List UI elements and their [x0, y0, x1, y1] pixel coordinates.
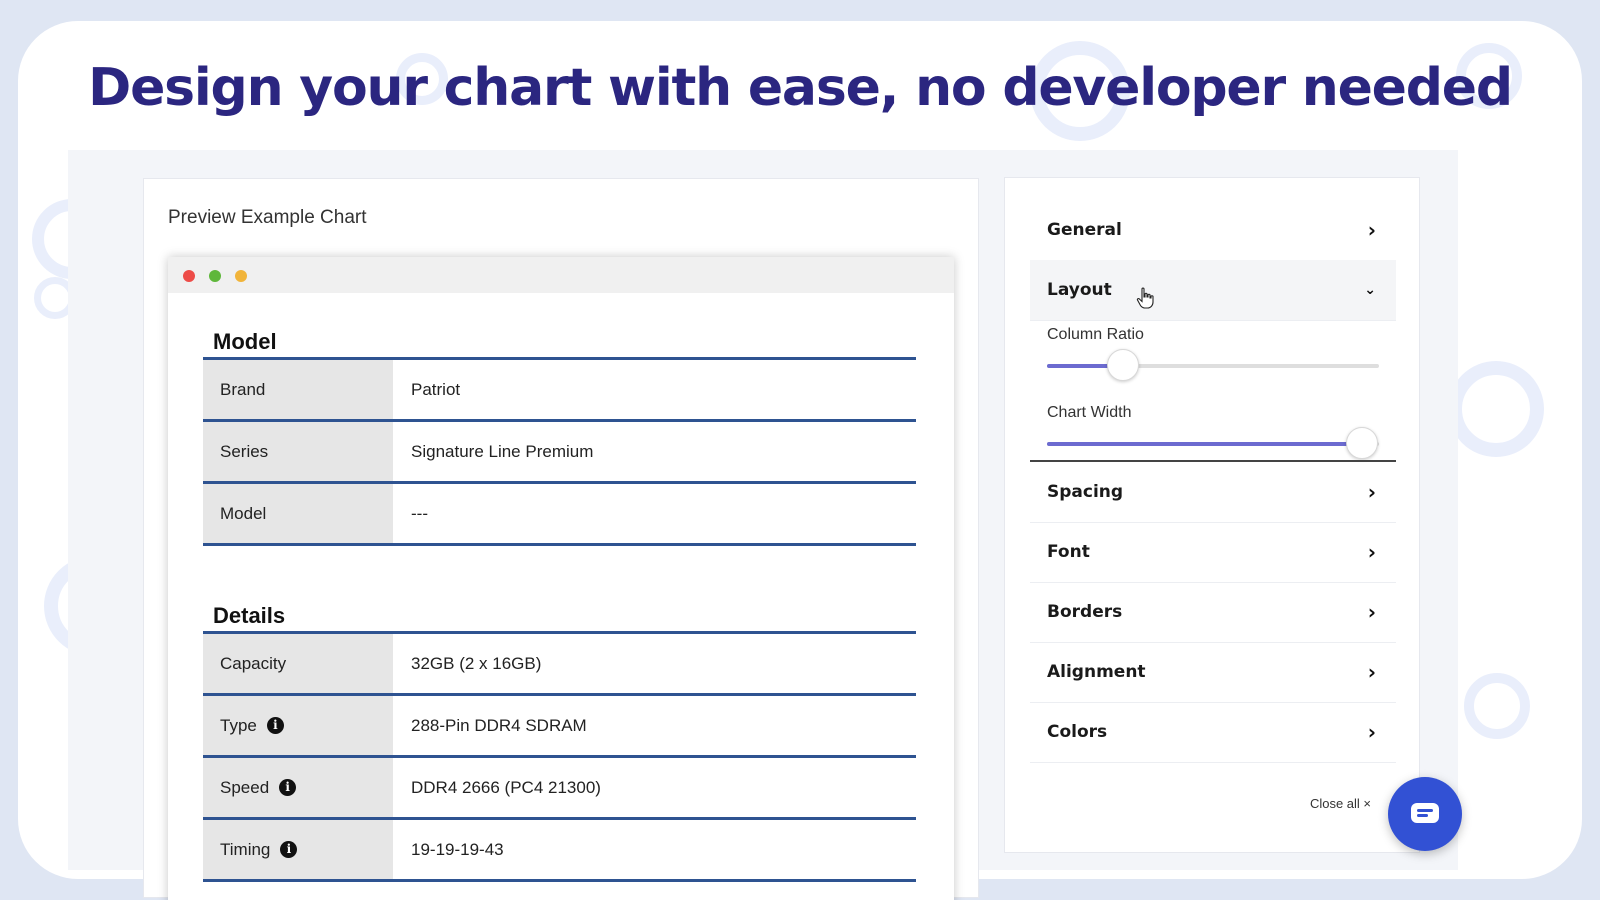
- spec-key: Capacity: [203, 634, 393, 693]
- info-icon[interactable]: i: [279, 779, 297, 796]
- spec-value: 32GB (2 x 16GB): [411, 653, 542, 673]
- spec-value: Patriot: [411, 379, 461, 399]
- hand-pointer-icon: [1136, 287, 1154, 309]
- table-row: Series Signature Line Premium: [203, 422, 916, 484]
- chevron-down-icon: ⌄: [1364, 282, 1376, 298]
- section-title-model: Model: [213, 329, 277, 354]
- chevron-right-icon: ›: [1367, 600, 1376, 624]
- decorative-ring: [1464, 673, 1530, 739]
- accordion-alignment[interactable]: Alignment ›: [1030, 642, 1396, 703]
- close-all-button[interactable]: Close all ×: [1310, 796, 1371, 811]
- accordion-spacing[interactable]: Spacing ›: [1030, 462, 1396, 523]
- accordion-label: Layout: [1047, 280, 1112, 300]
- spec-key: Brand: [203, 360, 393, 419]
- chevron-right-icon: ›: [1367, 218, 1376, 242]
- decorative-ring: [1448, 361, 1544, 457]
- window-titlebar: [168, 257, 954, 293]
- slider-thumb[interactable]: [1346, 427, 1379, 459]
- spec-value: DDR4 2666 (PC4 21300): [411, 777, 601, 797]
- chevron-right-icon: ›: [1367, 660, 1376, 684]
- spec-key-label: Type: [220, 715, 257, 735]
- spec-table-details: Capacity 32GB (2 x 16GB) Type i 288-Pin …: [203, 631, 916, 882]
- table-row: Model ---: [203, 484, 916, 546]
- chat-button[interactable]: [1388, 777, 1462, 851]
- table-row: Timing i 19-19-19-43: [203, 820, 916, 882]
- chart-width-label: Chart Width: [1047, 404, 1132, 421]
- spec-value: Signature Line Premium: [411, 441, 594, 461]
- chevron-right-icon: ›: [1367, 540, 1376, 564]
- spec-key-label: Timing: [220, 839, 271, 859]
- spec-value: ---: [411, 503, 428, 523]
- table-row: Type i 288-Pin DDR4 SDRAM: [203, 696, 916, 758]
- info-icon[interactable]: i: [266, 717, 284, 734]
- page-headline: Design your chart with ease, no develope…: [88, 58, 1513, 118]
- accordion-colors[interactable]: Colors ›: [1030, 702, 1396, 763]
- slider-fill: [1047, 442, 1363, 446]
- spec-key-label: Speed: [220, 777, 270, 797]
- accordion-general[interactable]: General ›: [1030, 200, 1396, 261]
- spec-key: Model: [203, 484, 393, 543]
- chat-bubble-icon: [1411, 803, 1439, 823]
- spec-value: 19-19-19-43: [411, 839, 504, 859]
- accordion-label: Spacing: [1047, 482, 1124, 502]
- maximize-dot-icon: [235, 270, 247, 282]
- accordion-borders[interactable]: Borders ›: [1030, 582, 1396, 643]
- table-row: Capacity 32GB (2 x 16GB): [203, 634, 916, 696]
- spec-key-with-info: Timing i: [203, 820, 393, 879]
- accordion-label: Colors: [1047, 722, 1108, 742]
- close-dot-icon: [183, 270, 195, 282]
- preview-window: Model Brand Patriot Series Signature Lin…: [168, 257, 954, 900]
- accordion-label: General: [1047, 220, 1122, 240]
- slider-thumb[interactable]: [1107, 349, 1140, 381]
- spec-table-model: Brand Patriot Series Signature Line Prem…: [203, 357, 916, 546]
- spec-key-with-info: Type i: [203, 696, 393, 755]
- column-ratio-label: Column Ratio: [1047, 326, 1144, 343]
- accordion-label: Font: [1047, 542, 1090, 562]
- section-title-details: Details: [213, 603, 286, 628]
- chevron-right-icon: ›: [1367, 480, 1376, 504]
- table-row: Brand Patriot: [203, 360, 916, 422]
- accordion-layout[interactable]: Layout ⌄: [1030, 260, 1396, 321]
- spec-key: Series: [203, 422, 393, 481]
- accordion-label: Borders: [1047, 602, 1123, 622]
- spec-key-with-info: Speed i: [203, 758, 393, 817]
- spec-value: 288-Pin DDR4 SDRAM: [411, 715, 587, 735]
- chart-width-slider[interactable]: [1047, 427, 1379, 459]
- accordion-font[interactable]: Font ›: [1030, 522, 1396, 583]
- minimize-dot-icon: [209, 270, 221, 282]
- table-row: Speed i DDR4 2666 (PC4 21300): [203, 758, 916, 820]
- preview-title: Preview Example Chart: [168, 207, 367, 228]
- accordion-label: Alignment: [1047, 662, 1146, 682]
- settings-panel: General › Layout ⌄ Column Ratio Chart Wi…: [1004, 177, 1420, 853]
- preview-panel: Preview Example Chart Model Brand Patrio…: [143, 178, 979, 900]
- chevron-right-icon: ›: [1367, 720, 1376, 744]
- info-icon[interactable]: i: [280, 841, 298, 858]
- column-ratio-slider[interactable]: [1047, 349, 1379, 381]
